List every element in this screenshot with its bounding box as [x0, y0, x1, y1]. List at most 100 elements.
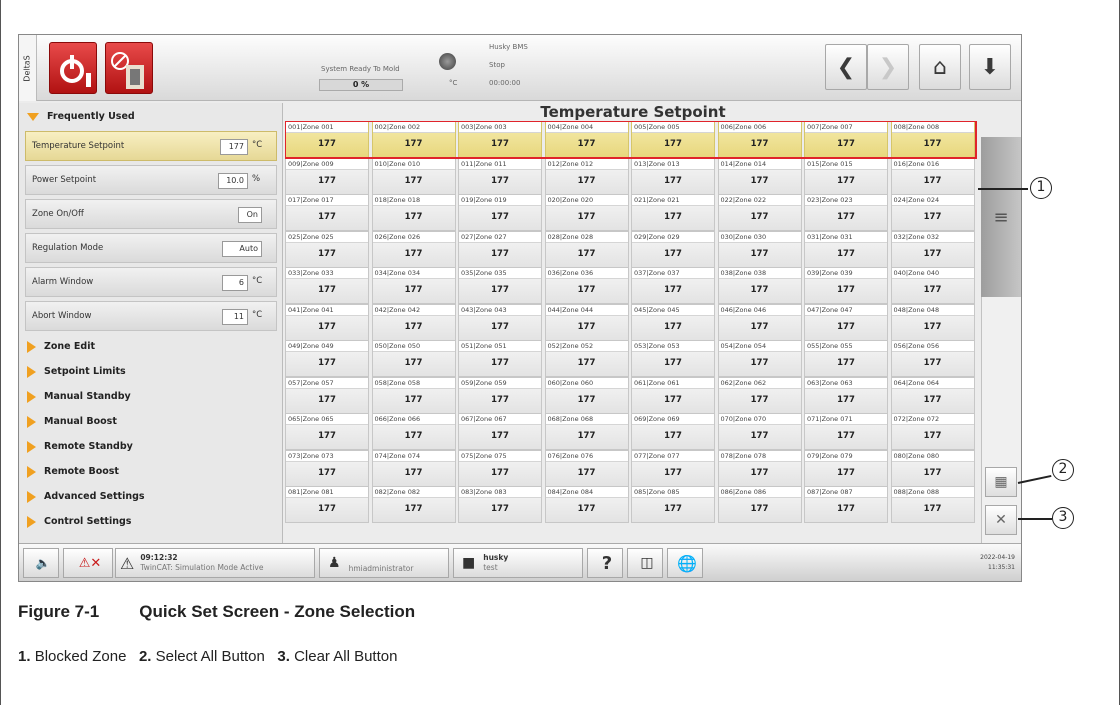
alarm-stop-button[interactable]: [49, 42, 97, 94]
section-header[interactable]: Advanced Settings: [19, 485, 283, 508]
zone-tile[interactable]: 039|Zone 039 177: [804, 267, 888, 304]
zone-tile[interactable]: 072|Zone 072 177: [890, 413, 975, 450]
zone-tile[interactable]: 054|Zone 054 177: [717, 340, 802, 377]
select-all-button[interactable]: ▦: [985, 467, 1017, 497]
zone-tile[interactable]: 082|Zone 082 177: [371, 486, 456, 523]
zone-tile[interactable]: 033|Zone 033 177: [285, 267, 369, 304]
zone-tile[interactable]: 049|Zone 049 177: [285, 340, 369, 377]
zone-tile[interactable]: 012|Zone 012 177: [544, 157, 629, 195]
zone-tile[interactable]: 061|Zone 061 177: [631, 376, 715, 414]
zone-tile[interactable]: 055|Zone 055 177: [804, 340, 888, 377]
param-row[interactable]: Zone On/Off On: [25, 199, 277, 229]
section-header[interactable]: Zone Edit: [19, 335, 283, 358]
zone-tile[interactable]: 048|Zone 048 177: [890, 303, 975, 341]
zone-tile[interactable]: 053|Zone 053 177: [631, 340, 715, 377]
zone-tile[interactable]: 038|Zone 038 177: [717, 267, 802, 304]
alarm-banner[interactable]: ⚠ 09:12:32 TwinCAT: Simulation Mode Activ…: [115, 548, 315, 578]
download-button[interactable]: ⬇: [969, 44, 1011, 90]
zone-tile[interactable]: 024|Zone 024 177: [890, 194, 975, 231]
help-button[interactable]: ?: [587, 548, 623, 578]
zone-tile[interactable]: 042|Zone 042 177: [371, 303, 456, 341]
zone-tile[interactable]: 020|Zone 020 177: [544, 194, 629, 231]
zone-tile[interactable]: 087|Zone 087 177: [804, 486, 888, 523]
zone-tile[interactable]: 047|Zone 047 177: [804, 303, 888, 341]
zone-tile[interactable]: 027|Zone 027 177: [458, 230, 542, 268]
zone-tile[interactable]: 086|Zone 086 177: [717, 486, 802, 523]
zone-tile[interactable]: 044|Zone 044 177: [544, 303, 629, 341]
zone-tile[interactable]: 070|Zone 070 177: [717, 413, 802, 450]
zone-tile[interactable]: 056|Zone 056 177: [890, 340, 975, 377]
zone-tile[interactable]: 074|Zone 074 177: [371, 449, 456, 487]
deltas-tab[interactable]: DeltaS: [19, 35, 37, 101]
param-row[interactable]: Regulation Mode Auto: [25, 233, 277, 263]
alarm-reset-button[interactable]: ⚠✕: [63, 548, 113, 578]
zone-tile[interactable]: 063|Zone 063 177: [804, 376, 888, 414]
zone-tile[interactable]: 029|Zone 029 177: [631, 230, 715, 268]
section-header[interactable]: Control Settings: [19, 510, 283, 533]
zone-tile[interactable]: 066|Zone 066 177: [371, 413, 456, 450]
param-row[interactable]: Power Setpoint 10.0%: [25, 165, 277, 195]
zone-tile[interactable]: 037|Zone 037 177: [631, 267, 715, 304]
zone-tile[interactable]: 014|Zone 014 177: [717, 157, 802, 195]
section-frequently-used[interactable]: Frequently Used: [19, 105, 283, 128]
screenshot-button[interactable]: ◫: [627, 548, 663, 578]
zone-tile[interactable]: 032|Zone 032 177: [890, 230, 975, 268]
zone-tile[interactable]: 088|Zone 088 177: [890, 486, 975, 523]
param-value-field[interactable]: 11: [222, 309, 248, 325]
zone-tile[interactable]: 036|Zone 036 177: [544, 267, 629, 304]
zone-tile[interactable]: 031|Zone 031 177: [804, 230, 888, 268]
zone-tile[interactable]: 059|Zone 059 177: [458, 376, 542, 414]
zone-tile[interactable]: 058|Zone 058 177: [371, 376, 456, 414]
param-value-field[interactable]: Auto: [222, 241, 262, 257]
param-value-field[interactable]: 6: [222, 275, 248, 291]
zone-tile[interactable]: 071|Zone 071 177: [804, 413, 888, 450]
zone-tile[interactable]: 021|Zone 021 177: [631, 194, 715, 231]
zone-tile[interactable]: 076|Zone 076 177: [544, 449, 629, 487]
forward-button[interactable]: ❯: [867, 44, 909, 90]
heater-disable-button[interactable]: [105, 42, 153, 94]
zone-tile[interactable]: 016|Zone 016 177: [890, 157, 975, 195]
zone-tile[interactable]: 025|Zone 025 177: [285, 230, 369, 268]
zone-tile[interactable]: 046|Zone 046 177: [717, 303, 802, 341]
back-button[interactable]: ❮: [825, 44, 867, 90]
zone-tile[interactable]: 069|Zone 069 177: [631, 413, 715, 450]
zone-tile[interactable]: 060|Zone 060 177: [544, 376, 629, 414]
param-row[interactable]: Temperature Setpoint 177 °C: [25, 131, 277, 161]
zone-tile[interactable]: 077|Zone 077 177: [631, 449, 715, 487]
zone-tile[interactable]: 030|Zone 030 177: [717, 230, 802, 268]
zone-tile[interactable]: 051|Zone 051 177: [458, 340, 542, 377]
zone-tile[interactable]: 084|Zone 084 177: [544, 486, 629, 523]
zone-tile[interactable]: 017|Zone 017 177: [285, 194, 369, 231]
section-header[interactable]: Manual Standby: [19, 385, 283, 408]
param-value-field[interactable]: 177: [220, 139, 248, 155]
clear-all-button[interactable]: ✕: [985, 505, 1017, 535]
section-header[interactable]: Remote Standby: [19, 435, 283, 458]
param-row[interactable]: Alarm Window 6 °C: [25, 267, 277, 297]
zone-tile[interactable]: 068|Zone 068 177: [544, 413, 629, 450]
param-value-field[interactable]: On: [238, 207, 262, 223]
zone-tile[interactable]: 057|Zone 057 177: [285, 376, 369, 414]
section-header[interactable]: Manual Boost: [19, 410, 283, 433]
zone-tile[interactable]: 028|Zone 028 177: [544, 230, 629, 268]
zone-tile[interactable]: 078|Zone 078 177: [717, 449, 802, 487]
zone-tile[interactable]: 080|Zone 080 177: [890, 449, 975, 487]
home-button[interactable]: ⌂: [919, 44, 961, 90]
zone-tile[interactable]: 050|Zone 050 177: [371, 340, 456, 377]
zone-tile[interactable]: 023|Zone 023 177: [804, 194, 888, 231]
zone-tile[interactable]: 085|Zone 085 177: [631, 486, 715, 523]
zone-tile[interactable]: 009|Zone 009 177: [285, 157, 369, 195]
zone-tile[interactable]: 081|Zone 081 177: [285, 486, 369, 523]
zone-tile[interactable]: 067|Zone 067 177: [458, 413, 542, 450]
zone-tile[interactable]: 015|Zone 015 177: [804, 157, 888, 195]
zone-tile[interactable]: 010|Zone 010 177: [371, 157, 456, 195]
param-value-field[interactable]: 10.0: [218, 173, 248, 189]
zone-tile[interactable]: 065|Zone 065 177: [285, 413, 369, 450]
mute-button[interactable]: 🔈: [23, 548, 59, 578]
zone-tile[interactable]: 022|Zone 022 177: [717, 194, 802, 231]
zone-tile[interactable]: 040|Zone 040 177: [890, 267, 975, 304]
zone-tile[interactable]: 064|Zone 064 177: [890, 376, 975, 414]
zone-tile[interactable]: 079|Zone 079 177: [804, 449, 888, 487]
scroll-thumb[interactable]: ≡: [981, 137, 1021, 297]
zone-tile[interactable]: 013|Zone 013 177: [631, 157, 715, 195]
zone-tile[interactable]: 083|Zone 083 177: [458, 486, 542, 523]
